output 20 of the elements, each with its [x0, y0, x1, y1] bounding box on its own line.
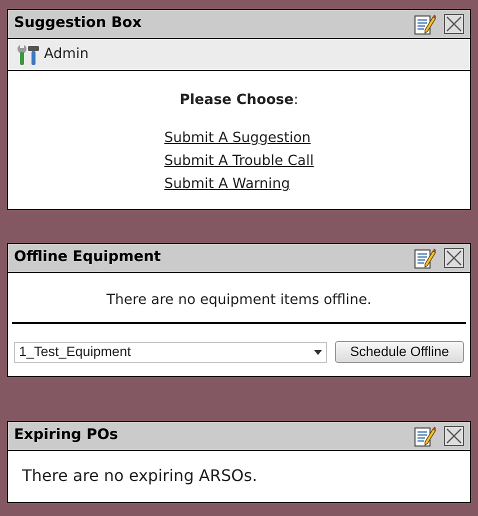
heading: Please Choose:	[180, 91, 298, 110]
close-icon[interactable]	[444, 248, 464, 268]
tools-icon	[16, 44, 40, 66]
message: There are no equipment items offline.	[105, 291, 373, 310]
close-icon[interactable]	[444, 426, 464, 446]
link[interactable]: Submit A Trouble Call	[164, 150, 314, 173]
panel-title: Offline Equipment	[14, 248, 161, 268]
panel-title: Suggestion Box	[14, 14, 142, 34]
close-icon[interactable]	[444, 14, 464, 34]
link[interactable]: Submit A Warning	[164, 173, 314, 196]
caret-icon	[314, 350, 322, 354]
edit-icon[interactable]	[414, 13, 436, 35]
link[interactable]: Submit A Suggestion	[164, 127, 314, 150]
message: There are no expiring ARSOs.	[21, 465, 258, 487]
edit-icon[interactable]	[414, 425, 436, 447]
panel-title: Expiring POs	[14, 426, 118, 446]
edit-icon[interactable]	[414, 247, 436, 269]
equipment-select[interactable]: 1_Test_Equipment	[14, 342, 328, 362]
admin-label[interactable]: Admin	[44, 44, 89, 65]
schedule-offline-button[interactable]: Schedule Offline	[335, 341, 464, 363]
